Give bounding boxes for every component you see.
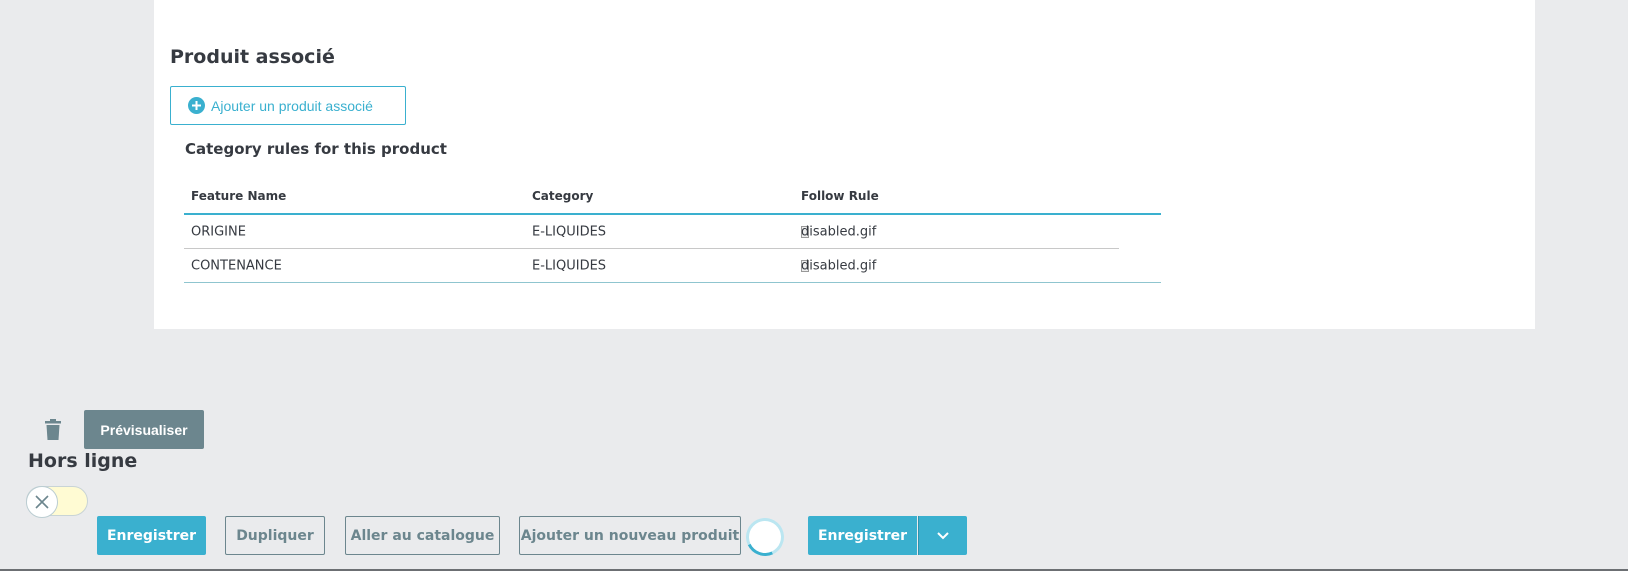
category-cell: E-LIQUIDES xyxy=(532,258,607,273)
go-to-catalog-button[interactable]: Aller au catalogue xyxy=(345,516,500,555)
add-related-product-label: Ajouter un produit associé xyxy=(211,97,373,114)
add-new-product-button[interactable]: Ajouter un nouveau produit xyxy=(519,516,741,555)
save-button[interactable]: Enregistrer xyxy=(97,516,206,555)
category-rules-table: Feature Name Category Follow Rule ORIGIN… xyxy=(184,178,1161,283)
status-label: Hors ligne xyxy=(28,450,138,472)
close-icon xyxy=(26,486,58,518)
feature-name-cell: ORIGINE xyxy=(191,224,246,239)
save-options-dropdown[interactable] xyxy=(918,516,967,555)
table-row: ORIGINE E-LIQUIDES disabled.gif xyxy=(184,215,1119,249)
table-row: CONTENANCE E-LIQUIDES disabled.gif xyxy=(184,249,1161,283)
table-header: Feature Name Category Follow Rule xyxy=(184,178,1161,215)
trash-icon[interactable] xyxy=(44,419,62,441)
add-related-product-button[interactable]: Ajouter un produit associé xyxy=(170,86,406,125)
column-header-follow-rule: Follow Rule xyxy=(801,188,879,203)
category-rules-title: Category rules for this product xyxy=(185,140,447,158)
column-header-category: Category xyxy=(532,188,594,203)
plus-circle-icon xyxy=(188,97,205,114)
chevron-down-icon xyxy=(937,528,949,544)
feature-name-cell: CONTENANCE xyxy=(191,258,282,273)
related-product-title: Produit associé xyxy=(170,46,335,68)
spinner-icon xyxy=(740,512,790,562)
follow-rule-alt: disabled.gif xyxy=(801,224,877,239)
save-main-button[interactable]: Enregistrer xyxy=(808,516,917,555)
preview-button[interactable]: Prévisualiser xyxy=(84,410,204,449)
category-cell: E-LIQUIDES xyxy=(532,224,607,239)
duplicate-button[interactable]: Dupliquer xyxy=(225,516,325,555)
follow-rule-alt: disabled.gif xyxy=(801,258,877,273)
column-header-feature-name: Feature Name xyxy=(191,188,287,203)
online-toggle[interactable] xyxy=(26,486,88,518)
